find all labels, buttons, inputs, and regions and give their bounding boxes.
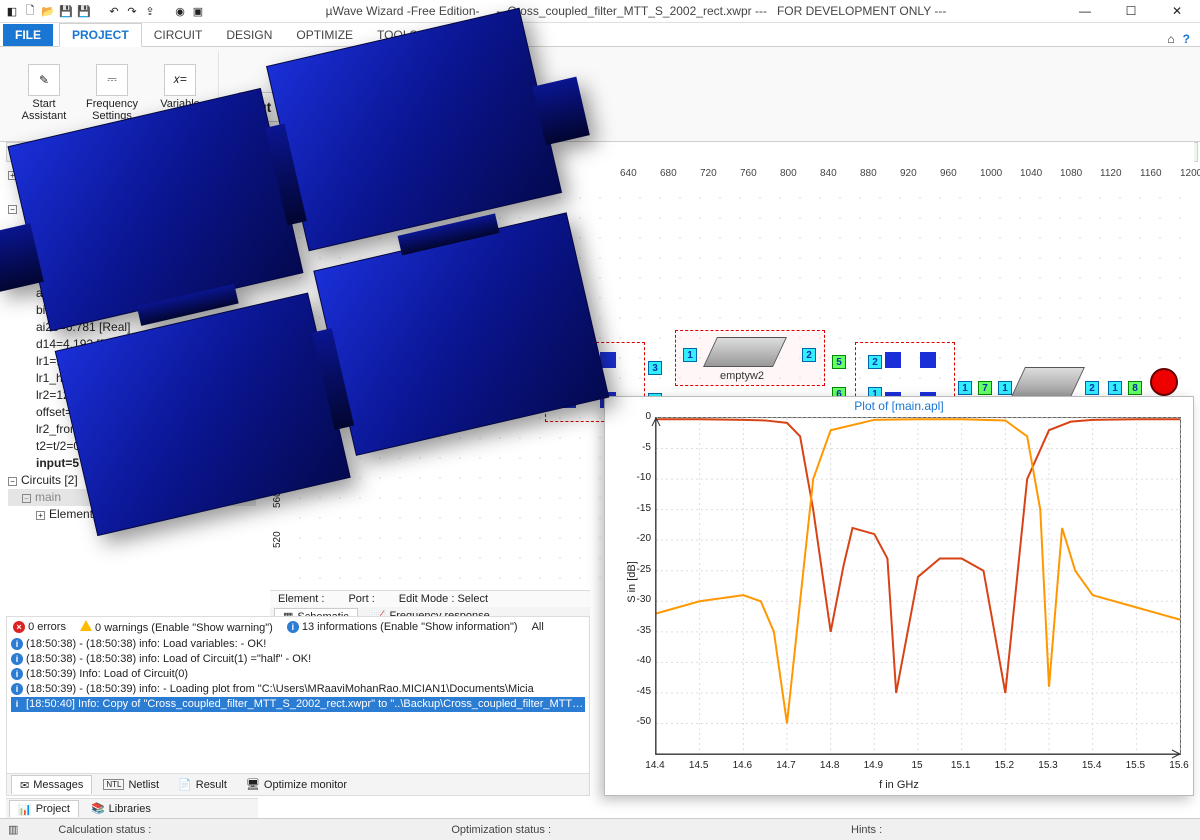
tree-var-item[interactable]: t=1 [Real] bbox=[8, 268, 256, 285]
ribbon-tabs: FILE PROJECT CIRCUIT DESIGN OPTIMIZE TOO… bbox=[0, 23, 1200, 47]
project-panel-tabs: 📊 Project 📚 Libraries bbox=[6, 798, 258, 818]
info-icon: i bbox=[287, 621, 299, 633]
messages-panel: × 0 errors 0 warnings (Enable "Show warn… bbox=[6, 616, 590, 796]
cube-icon[interactable]: ◉ bbox=[172, 3, 188, 19]
message-line[interactable]: i (18:50:38) - (18:50:38) info: Load var… bbox=[11, 637, 585, 652]
plot-panel: Plot of [main.apl] S in [dB] f in GHz 0-… bbox=[604, 396, 1194, 796]
message-line[interactable]: i (18:50:38) - (18:50:38) info: Load of … bbox=[11, 652, 585, 667]
sym-button[interactable]: Sym bbox=[286, 92, 334, 122]
tab-plot[interactable]: PLOT bbox=[430, 24, 485, 46]
tab-design[interactable]: DESIGN bbox=[214, 24, 284, 46]
tree-var-item[interactable]: ai12=4.192 bbox=[8, 285, 256, 302]
plot-title: Plot of [main.apl] bbox=[605, 397, 1193, 415]
settings-group-label: Settings bbox=[94, 126, 130, 137]
cut-button[interactable]: Cut bbox=[239, 92, 280, 122]
window-controls: — ☐ ✕ bbox=[1062, 0, 1200, 23]
error-icon: × bbox=[13, 621, 25, 633]
warning-icon bbox=[80, 620, 92, 631]
tree-var-item[interactable]: bi23=3 [Real] bbox=[8, 302, 256, 319]
maximize-button[interactable]: ☐ bbox=[1108, 0, 1154, 23]
quick-access-toolbar: ◧ 🗋 📂 💾 💾 ↶ ↷ ⇪ ◉ ▣ bbox=[0, 3, 210, 19]
port-2[interactable] bbox=[1150, 368, 1178, 396]
ruler-vertical: 520560600 bbox=[270, 188, 290, 592]
tree-var-item[interactable]: b=7.83 bbox=[8, 234, 256, 251]
tab-optimize-monitor[interactable]: 🖥 Optimize monitor bbox=[238, 775, 355, 794]
undo-icon[interactable]: ↶ bbox=[106, 3, 122, 19]
wand-icon: ✎ bbox=[28, 64, 60, 96]
tree-var-item[interactable]: lr1_half=(lr1-d14)/2= bbox=[8, 370, 256, 387]
save-icon[interactable]: 💾 bbox=[58, 3, 74, 19]
status-bar: ▥ Calculation status : Optimization stat… bbox=[0, 818, 1200, 840]
tree-var-item[interactable]: ai23=6.781 [Real] bbox=[8, 319, 256, 336]
tab-optimize[interactable]: OPTIMIZE bbox=[284, 24, 365, 46]
app-icon: ◧ bbox=[4, 3, 20, 19]
close-button[interactable]: ✕ bbox=[1154, 0, 1200, 23]
variable-settings-button[interactable]: 𝑥= Variable Settings bbox=[150, 64, 210, 122]
new-icon[interactable]: 🗋 bbox=[22, 3, 38, 19]
redo-icon[interactable]: ↷ bbox=[124, 3, 140, 19]
tab-file[interactable]: FILE bbox=[3, 24, 53, 46]
tree-var-item[interactable]: d14=4.192 [Real] bbox=[8, 336, 256, 353]
minimize-button[interactable]: — bbox=[1062, 0, 1108, 23]
window-title: µWave Wizard -Free Edition- -- Cross_cou… bbox=[210, 4, 1062, 18]
title-bar: ◧ 🗋 📂 💾 💾 ↶ ↷ ⇪ ◉ ▣ µWave Wizard -Free E… bbox=[0, 0, 1200, 23]
project-tree[interactable]: +Items ● F −Variables a=15b=7.83ai01=7.0… bbox=[6, 162, 258, 522]
run-icon[interactable]: ▣ bbox=[190, 3, 206, 19]
ribbon-body: ✎ Start Assistant ⎓ Frequency Settings 𝑥… bbox=[0, 47, 1200, 142]
mat-icon[interactable]: 💾 bbox=[361, 92, 376, 106]
open-icon[interactable]: 📂 bbox=[40, 3, 56, 19]
tab-netlist[interactable]: NTL Netlist bbox=[95, 775, 167, 794]
waveguide-input[interactable] bbox=[423, 367, 497, 397]
tree-var-item[interactable]: a=15 bbox=[8, 217, 256, 234]
hints-status: Hints : bbox=[851, 824, 882, 836]
run-button[interactable] bbox=[11, 144, 27, 160]
tree-var-item[interactable]: lr1=11.174 [Real] bbox=[8, 353, 256, 370]
waveguide-output[interactable] bbox=[1011, 367, 1085, 397]
saveall-icon[interactable]: 💾 bbox=[76, 3, 92, 19]
port-icon[interactable]: ▦ bbox=[362, 108, 373, 122]
plot-area[interactable] bbox=[655, 417, 1181, 755]
tab-tools[interactable]: TOOLS bbox=[365, 24, 429, 46]
frequency-settings-button[interactable]: ⎓ Frequency Settings bbox=[82, 64, 142, 122]
ruler-horizontal: 6406807207608008408809209601000104010801… bbox=[290, 168, 1194, 188]
tab-project-panel[interactable]: 📊 Project bbox=[9, 800, 79, 817]
help-icon[interactable]: ? bbox=[1183, 32, 1190, 46]
schematic-statusbar: Element : Port : Edit Mode : Select ▦ Sc… bbox=[270, 590, 590, 616]
message-line[interactable]: i (18:50:39) - (18:50:39) info: - Loadin… bbox=[11, 682, 585, 697]
tree-var-item[interactable]: input=5 [Real] bbox=[8, 455, 256, 472]
opt-status: Optimization status : bbox=[451, 824, 551, 836]
var-icon: 𝑥= bbox=[164, 64, 196, 96]
tab-project[interactable]: PROJECT bbox=[59, 23, 142, 47]
calc-status: Calculation status : bbox=[58, 824, 151, 836]
tab-result[interactable]: 📄 Result bbox=[170, 775, 235, 794]
message-line[interactable]: i (18:50:39) Info: Load of Circuit(0) bbox=[11, 667, 585, 682]
tree-var-item[interactable]: t2=t/2=0.5 [Equa bbox=[8, 438, 256, 455]
tree-var-item[interactable]: ai01=7.0 bbox=[8, 251, 256, 268]
tab-libraries-panel[interactable]: 📚 Libraries bbox=[83, 800, 159, 817]
message-line[interactable]: i [18:50:40] Info: Copy of "Cross_couple… bbox=[11, 697, 585, 712]
plot-xlabel: f in GHz bbox=[605, 779, 1193, 791]
tab-messages[interactable]: ✉ Messages bbox=[11, 775, 92, 794]
freq-icon: ⎓ bbox=[96, 64, 128, 96]
tab-circuit[interactable]: CIRCUIT bbox=[142, 24, 215, 46]
tree-var-item[interactable]: offset=2.45 [Real] bbox=[8, 404, 256, 421]
export-icon[interactable]: ⇪ bbox=[142, 3, 158, 19]
tree-var-item[interactable]: lr2=12.329 [Real] bbox=[8, 387, 256, 404]
home-icon[interactable]: ⌂ bbox=[1167, 32, 1174, 46]
resize-grip-icon[interactable]: ▥ bbox=[8, 823, 18, 836]
input-label: input bbox=[445, 402, 469, 414]
start-assistant-button[interactable]: ✎ Start Assistant bbox=[14, 64, 74, 122]
tree-var-item[interactable]: lr2_front=lr2-offset-bi23=6.8 qua] bbox=[8, 421, 256, 438]
emptyw2-label: emptyw2 bbox=[720, 370, 764, 382]
